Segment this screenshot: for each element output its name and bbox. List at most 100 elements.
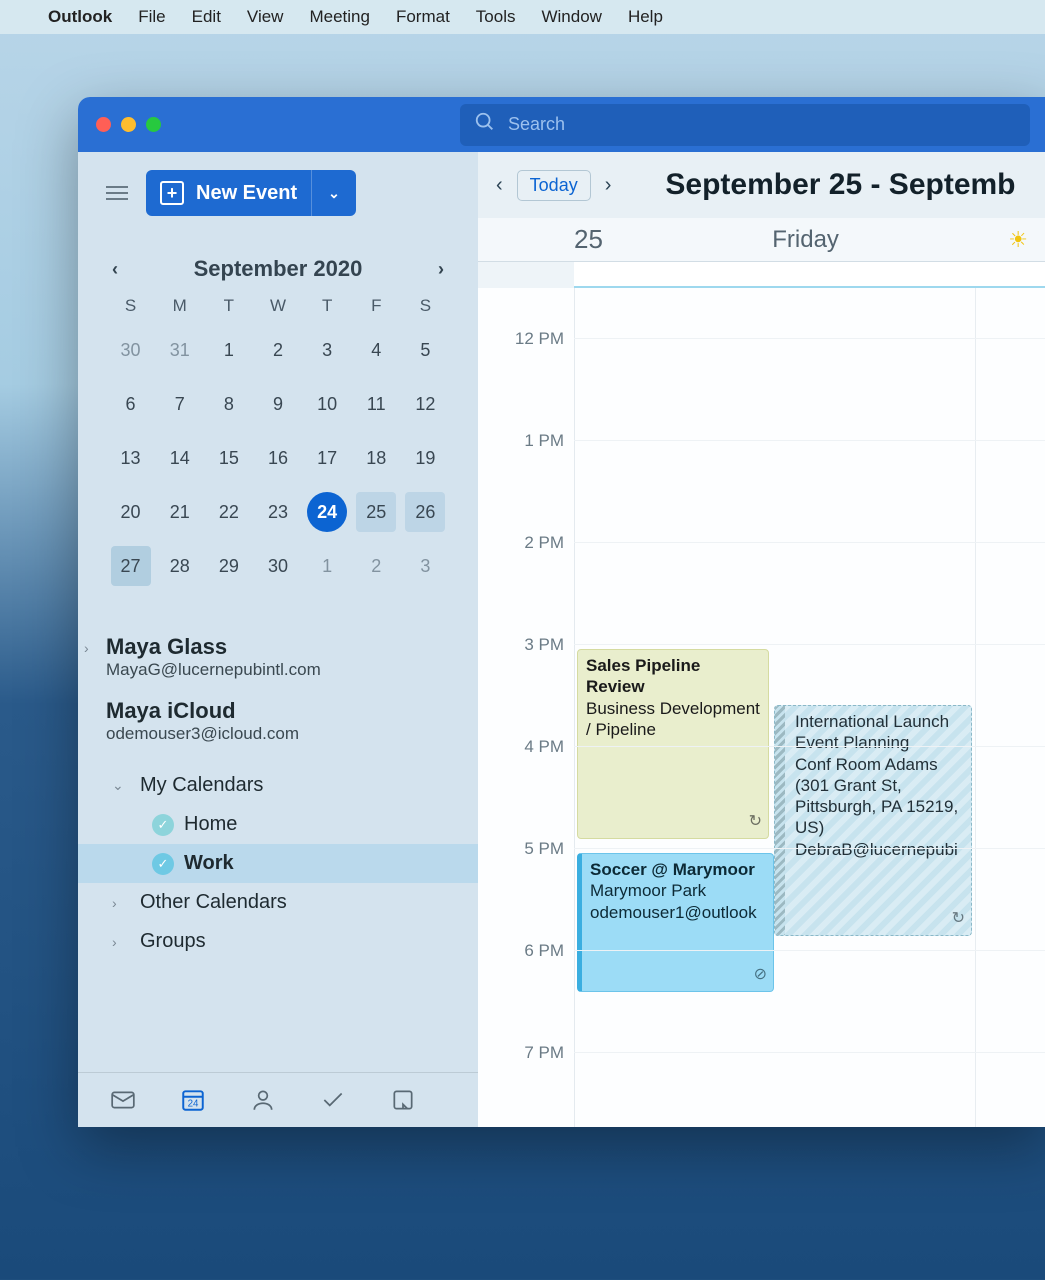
mini-cal-day[interactable]: 16 bbox=[258, 438, 298, 478]
checkbox-checked-icon[interactable]: ✓ bbox=[152, 853, 174, 875]
next-period[interactable]: › bbox=[605, 174, 612, 197]
mini-cal-day[interactable]: 26 bbox=[405, 492, 445, 532]
hour-label: 6 PM bbox=[478, 941, 564, 961]
mini-cal-day[interactable]: 25 bbox=[356, 492, 396, 532]
time-grid[interactable]: 12 PM1 PM2 PM3 PM4 PM5 PM6 PM7 PM Sales … bbox=[478, 288, 1045, 1127]
event-international-launch[interactable]: International Launch Event Planning Conf… bbox=[774, 705, 972, 936]
mini-cal-day[interactable]: 11 bbox=[356, 384, 396, 424]
hour-label: 1 PM bbox=[478, 431, 564, 451]
menu-file[interactable]: File bbox=[138, 7, 165, 27]
search-box[interactable] bbox=[460, 104, 1030, 146]
mini-cal-dow: T bbox=[204, 296, 253, 316]
mini-cal-day[interactable]: 9 bbox=[258, 384, 298, 424]
calendar-home[interactable]: ✓ Home bbox=[112, 805, 478, 844]
event-title: International Launch Event Planning bbox=[795, 711, 963, 754]
menu-view[interactable]: View bbox=[247, 7, 284, 27]
menu-meeting[interactable]: Meeting bbox=[309, 7, 369, 27]
new-event-dropdown[interactable]: ⌄ bbox=[311, 170, 356, 216]
mini-cal-day[interactable]: 4 bbox=[356, 330, 396, 370]
date-range-title: September 25 - Septemb bbox=[665, 168, 1015, 202]
menu-app[interactable]: Outlook bbox=[48, 7, 112, 27]
menu-window[interactable]: Window bbox=[541, 7, 601, 27]
new-event-button[interactable]: + New Event ⌄ bbox=[146, 170, 356, 216]
section-groups[interactable]: › Groups bbox=[112, 922, 478, 961]
mini-cal-day[interactable]: 2 bbox=[356, 546, 396, 586]
event-sales-pipeline[interactable]: Sales Pipeline Review Business Developme… bbox=[577, 649, 769, 839]
mac-menubar: Outlook File Edit View Meeting Format To… bbox=[0, 0, 1045, 34]
sidebar: + New Event ⌄ ‹ September 2020 › SMTWTFS… bbox=[78, 152, 478, 1127]
event-subtitle: Business Development / Pipeline bbox=[586, 698, 760, 741]
mini-cal-day[interactable]: 12 bbox=[405, 384, 445, 424]
event-organizer: DebraB@lucernepubi bbox=[795, 839, 963, 860]
mini-cal-day[interactable]: 29 bbox=[209, 546, 249, 586]
people-icon[interactable] bbox=[248, 1087, 278, 1113]
allday-row[interactable] bbox=[574, 262, 1045, 288]
calendar-toolbar: ‹ Today › September 25 - Septemb bbox=[478, 152, 1045, 218]
event-soccer[interactable]: Soccer @ Marymoor Marymoor Park odemouse… bbox=[577, 853, 774, 992]
menu-help[interactable]: Help bbox=[628, 7, 663, 27]
notes-icon[interactable] bbox=[388, 1087, 418, 1113]
hamburger-icon[interactable] bbox=[106, 186, 128, 200]
hour-label: 4 PM bbox=[478, 737, 564, 757]
event-title: Soccer @ Marymoor bbox=[590, 859, 765, 880]
mini-cal-day[interactable]: 23 bbox=[258, 492, 298, 532]
checkbox-checked-icon[interactable]: ✓ bbox=[152, 814, 174, 836]
calendar-work[interactable]: ✓ Work bbox=[78, 844, 484, 883]
mini-cal-day[interactable]: 8 bbox=[209, 384, 249, 424]
mini-cal-prev[interactable]: ‹ bbox=[112, 259, 118, 280]
mini-cal-day[interactable]: 13 bbox=[111, 438, 151, 478]
mini-cal-day[interactable]: 21 bbox=[160, 492, 200, 532]
day-name: Friday bbox=[623, 226, 988, 254]
mini-cal-day[interactable]: 1 bbox=[209, 330, 249, 370]
mini-calendar: ‹ September 2020 › SMTWTFS30311234567891… bbox=[78, 236, 478, 586]
close-window-button[interactable] bbox=[96, 117, 111, 132]
grid-line bbox=[574, 644, 1045, 645]
prev-period[interactable]: ‹ bbox=[496, 174, 503, 197]
mini-cal-day[interactable]: 30 bbox=[111, 330, 151, 370]
window-titlebar bbox=[78, 97, 1045, 152]
account-item[interactable]: Maya iCloud odemouser3@icloud.com bbox=[106, 698, 450, 744]
tasks-icon[interactable] bbox=[318, 1087, 348, 1113]
account-item[interactable]: › Maya Glass MayaG@lucernepubintl.com bbox=[106, 634, 450, 680]
mini-cal-day[interactable]: 14 bbox=[160, 438, 200, 478]
mini-cal-day[interactable]: 19 bbox=[405, 438, 445, 478]
mini-cal-day[interactable]: 28 bbox=[160, 546, 200, 586]
account-email: odemouser3@icloud.com bbox=[106, 724, 450, 744]
today-button[interactable]: Today bbox=[517, 170, 591, 201]
mini-cal-day[interactable]: 6 bbox=[111, 384, 151, 424]
mini-cal-next[interactable]: › bbox=[438, 259, 444, 280]
grid-line bbox=[574, 746, 1045, 747]
day-number: 25 bbox=[574, 224, 603, 255]
mini-cal-day[interactable]: 17 bbox=[307, 438, 347, 478]
mini-cal-day[interactable]: 5 bbox=[405, 330, 445, 370]
mini-cal-day[interactable]: 30 bbox=[258, 546, 298, 586]
mini-cal-day[interactable]: 3 bbox=[307, 330, 347, 370]
event-organizer: odemouser1@outlook bbox=[590, 902, 765, 923]
mini-cal-day[interactable]: 18 bbox=[356, 438, 396, 478]
minimize-window-button[interactable] bbox=[121, 117, 136, 132]
menu-format[interactable]: Format bbox=[396, 7, 450, 27]
window-controls bbox=[96, 117, 161, 132]
section-other-calendars[interactable]: › Other Calendars bbox=[112, 883, 478, 922]
chevron-right-icon[interactable]: › bbox=[84, 640, 89, 656]
section-my-calendars[interactable]: ⌄ My Calendars bbox=[112, 766, 478, 805]
mini-cal-day[interactable]: 27 bbox=[111, 546, 151, 586]
maximize-window-button[interactable] bbox=[146, 117, 161, 132]
mini-cal-day[interactable]: 15 bbox=[209, 438, 249, 478]
mini-cal-day[interactable]: 24 bbox=[307, 492, 347, 532]
mini-cal-day[interactable]: 7 bbox=[160, 384, 200, 424]
grid-line bbox=[574, 950, 1045, 951]
mini-cal-day[interactable]: 3 bbox=[405, 546, 445, 586]
mini-cal-day[interactable]: 31 bbox=[160, 330, 200, 370]
mini-cal-day[interactable]: 2 bbox=[258, 330, 298, 370]
mini-cal-day[interactable]: 20 bbox=[111, 492, 151, 532]
mini-cal-day[interactable]: 10 bbox=[307, 384, 347, 424]
mini-cal-day[interactable]: 22 bbox=[209, 492, 249, 532]
search-input[interactable] bbox=[508, 114, 1016, 135]
mail-icon[interactable] bbox=[108, 1087, 138, 1113]
menu-tools[interactable]: Tools bbox=[476, 7, 516, 27]
calendar-icon[interactable]: 24 bbox=[178, 1087, 208, 1113]
menu-edit[interactable]: Edit bbox=[192, 7, 221, 27]
mini-cal-dow: S bbox=[106, 296, 155, 316]
mini-cal-day[interactable]: 1 bbox=[307, 546, 347, 586]
